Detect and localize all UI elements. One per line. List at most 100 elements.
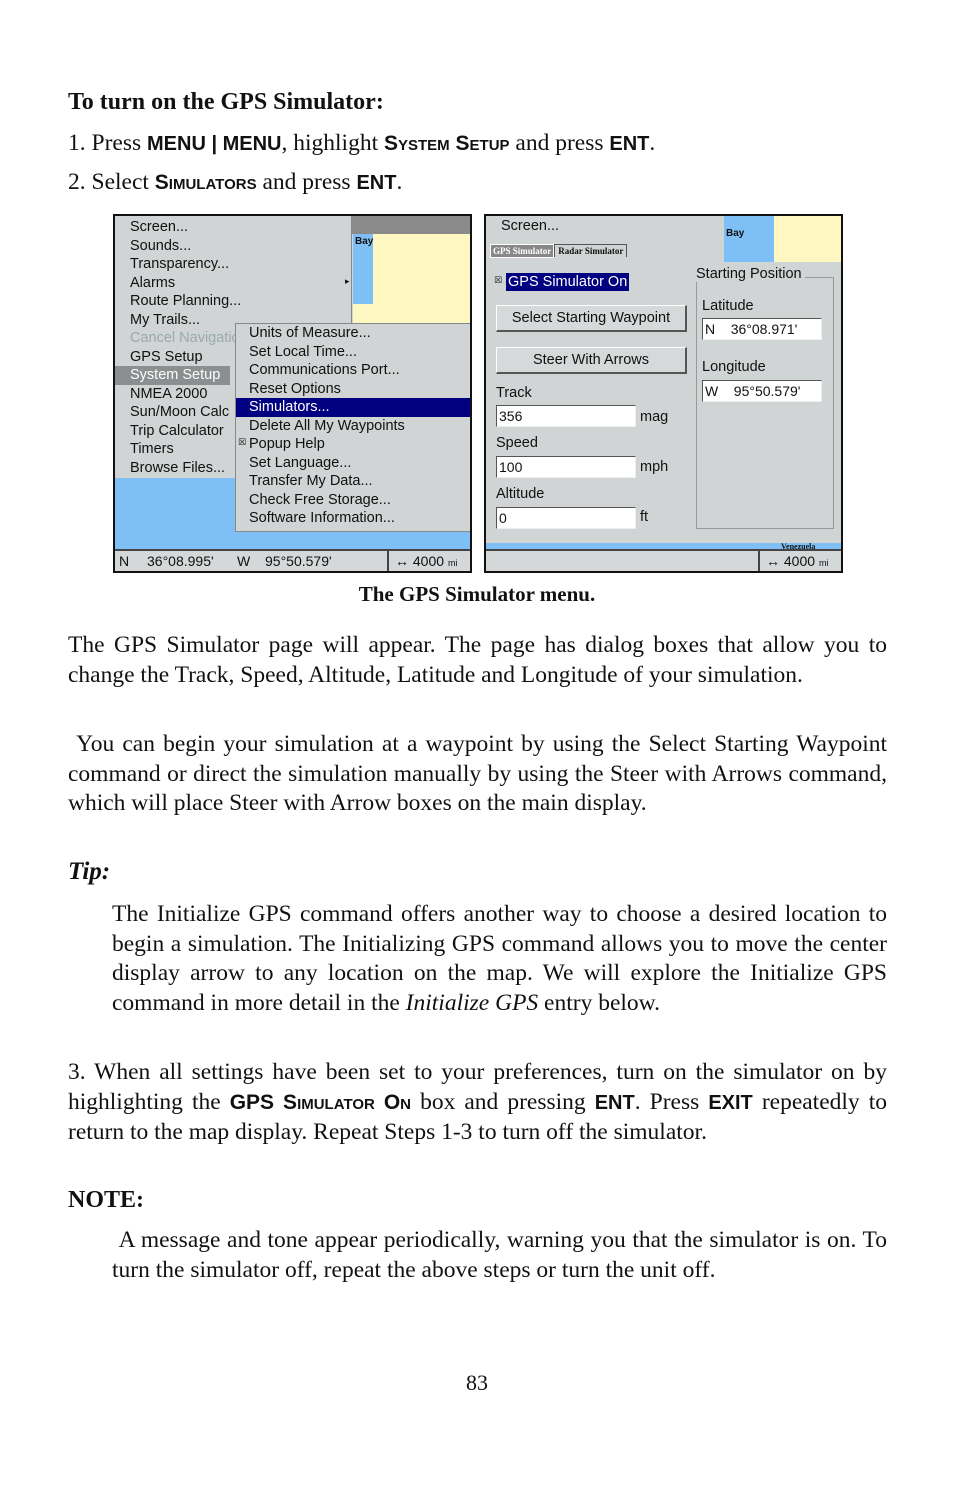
altitude-label: Altitude	[496, 486, 545, 502]
range-arrows-icon: ↔	[395, 553, 409, 569]
range-arrows-icon: ↔	[766, 553, 780, 569]
submenu-item[interactable]: Set Local Time...	[236, 343, 470, 362]
step-3: 3. When all settings have been set to yo…	[68, 1058, 887, 1148]
speed-label: Speed	[496, 435, 538, 451]
scale-readout: ↔ 4000 mi	[387, 551, 457, 571]
longitude: 95°50.579'	[265, 553, 332, 569]
scale-value: 4000	[783, 553, 816, 569]
latitude-label: Latitude	[702, 298, 754, 314]
checkbox-checked-icon[interactable]: ☒	[494, 275, 502, 286]
map-water	[724, 216, 774, 262]
paragraph: The GPS Simulator page will appear. The …	[68, 632, 887, 688]
text: , highlight	[281, 130, 384, 156]
key-ent: ENT	[594, 1091, 635, 1114]
altitude-unit: ft	[640, 509, 649, 525]
longitude-label: Longitude	[702, 359, 766, 375]
text: box and pressing	[411, 1088, 595, 1115]
screenshot-gps-simulator: Bay Screen... GPS Simulator Radar Simulat…	[484, 214, 843, 573]
submenu-arrow-icon: ▸	[345, 276, 350, 286]
lat-hemisphere: N	[705, 321, 716, 337]
submenu-item[interactable]: Reset Options	[236, 380, 470, 399]
scale-unit: mi	[818, 558, 829, 568]
command-gps-simulator-on: GPS Simulator On	[229, 1090, 412, 1114]
paragraph: You can begin your simulation at a waypo…	[68, 731, 893, 817]
status-bar: ↔ 4000 mi	[486, 549, 841, 571]
submenu-item[interactable]: Software Information...	[236, 509, 470, 528]
gps-simulator-on-checkbox[interactable]: GPS Simulator On	[506, 273, 630, 291]
submenu-item[interactable]: Set Language...	[236, 454, 470, 473]
scale-unit: mi	[447, 558, 458, 568]
text: entry below.	[538, 989, 660, 1016]
latitude: 36°08.995'	[147, 553, 214, 569]
text: and press	[256, 169, 357, 195]
step-1: 1. Press MENU | MENU, highlight System S…	[68, 129, 655, 160]
simulator-dialog: ☒ GPS Simulator On Select Starting Waypo…	[486, 263, 841, 543]
map-label: Bay	[355, 236, 374, 247]
figure-caption: The GPS Simulator menu.	[358, 582, 596, 606]
altitude-input[interactable]: 0	[496, 507, 636, 529]
command-simulators: Simulators	[154, 171, 257, 194]
step-2: 2. Select Simulators and press ENT.	[68, 168, 402, 199]
screenshot-system-setup-menu: Bay Screen... Sounds... Transparency... Ala…	[113, 214, 472, 573]
lon-hemisphere: W	[237, 553, 251, 569]
key-ent: ENT	[356, 172, 397, 194]
starting-position-group	[696, 277, 834, 529]
submenu-item[interactable]: Delete All My Waypoints	[236, 417, 470, 436]
note-heading: NOTE:	[68, 1187, 145, 1213]
checkbox-checked-icon[interactable]: ☒	[238, 437, 246, 448]
steer-with-arrows-button[interactable]: Steer With Arrows	[496, 347, 687, 374]
submenu-item[interactable]: Check Free Storage...	[236, 491, 470, 510]
submenu-item[interactable]: Units of Measure...	[236, 324, 470, 343]
tip-text: The Initialize GPS command offers anothe…	[112, 900, 887, 1018]
track-unit: mag	[640, 409, 669, 425]
tab-bar: GPS Simulator Radar Simulator	[490, 244, 628, 258]
lon-hemisphere: W	[705, 383, 719, 399]
latitude-value: 36°08.971'	[730, 321, 798, 337]
system-setup-submenu: Units of Measure... Set Local Time... Comm…	[235, 323, 470, 532]
text: and press	[509, 130, 610, 156]
latitude-input[interactable]: N 36°08.971'	[702, 318, 822, 340]
status-bar: N 36°08.995' W 95°50.579' ↔ 4000 mi	[115, 549, 470, 571]
menu-item[interactable]: Alarms	[115, 274, 351, 293]
tab-radar-simulator[interactable]: Radar Simulator	[554, 244, 628, 257]
select-starting-waypoint-button[interactable]: Select Starting Waypoint	[496, 305, 687, 332]
text: 2. Select	[68, 169, 155, 195]
submenu-item[interactable]: Popup Help	[236, 435, 470, 454]
key-menu: MENU	[147, 133, 206, 155]
starting-position-label: Starting Position	[696, 266, 805, 282]
text: 1. Press	[68, 130, 147, 156]
key-exit: EXIT	[708, 1091, 753, 1114]
track-label: Track	[496, 385, 532, 401]
title-bar	[351, 216, 470, 234]
section-heading: To turn on the GPS Simulator:	[68, 89, 384, 115]
text: .	[649, 130, 656, 156]
speed-input[interactable]: 100	[496, 456, 636, 478]
scale-value: 4000	[412, 553, 445, 569]
scale-readout: ↔ 4000 mi	[758, 551, 828, 571]
text: . Press	[634, 1088, 709, 1115]
tab-gps-simulator[interactable]: GPS Simulator	[490, 244, 555, 258]
submenu-item[interactable]: Communications Port...	[236, 361, 470, 380]
menu-item[interactable]: Sounds...	[115, 237, 351, 256]
page-number: 83	[466, 1370, 488, 1395]
track-input[interactable]: 356	[496, 405, 636, 427]
longitude-value: 95°50.579'	[733, 383, 801, 399]
menu-item[interactable]: Screen...	[115, 218, 351, 237]
longitude-input[interactable]: W 95°50.579'	[702, 380, 822, 402]
lat-hemisphere: N	[119, 553, 130, 569]
command-system-setup: System Setup	[384, 132, 510, 155]
menu-item[interactable]: Transparency...	[115, 255, 351, 274]
submenu-item[interactable]: Transfer My Data...	[236, 472, 470, 491]
reference: Initialize GPS	[405, 989, 539, 1016]
menu-item[interactable]: Route Planning...	[115, 292, 351, 311]
bg-menu-item: Screen...	[501, 218, 560, 234]
menu-item[interactable]: System Setup	[115, 366, 230, 385]
separator: |	[205, 133, 223, 155]
key-menu: MENU	[222, 133, 282, 155]
map-label: Bay	[726, 228, 745, 239]
note-text: A message and tone appear periodically, …	[112, 1227, 893, 1283]
submenu-item[interactable]: Simulators...	[236, 398, 470, 417]
tip-heading: Tip:	[68, 858, 111, 885]
speed-unit: mph	[640, 459, 669, 475]
key-ent: ENT	[609, 133, 650, 155]
